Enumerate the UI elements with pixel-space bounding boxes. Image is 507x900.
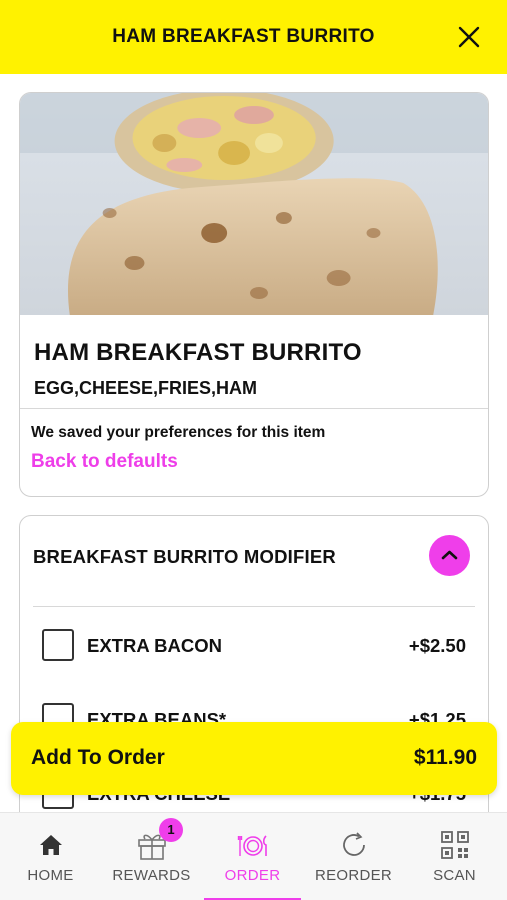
- modifier-title: BREAKFAST BURRITO MODIFIER: [33, 546, 336, 567]
- item-description: EGG,CHEESE,FRIES,HAM: [34, 378, 258, 398]
- tab-label: HOME: [27, 867, 74, 884]
- page-title: HAM BREAKFAST BURRITO: [112, 26, 375, 47]
- option-price: +$2.50: [408, 635, 466, 656]
- option-checkbox[interactable]: [42, 629, 74, 661]
- tab-order[interactable]: ORDER: [202, 813, 303, 900]
- bottom-tab-bar: HOME 1 REWARDS ORDER REORDER SCAN: [0, 812, 507, 900]
- burrito-photo: [20, 93, 488, 315]
- home-icon: [39, 835, 62, 855]
- plate-cutlery-icon: [237, 835, 267, 856]
- order-total-price: $11.90: [413, 746, 477, 769]
- close-icon[interactable]: [457, 25, 481, 49]
- tab-reorder[interactable]: REORDER: [303, 813, 404, 900]
- rewards-badge: 1: [159, 818, 183, 842]
- modifier-card: BREAKFAST BURRITO MODIFIER EXTRA BACON +…: [19, 515, 489, 845]
- add-to-order-label: Add To Order: [31, 746, 165, 769]
- tab-label: ORDER: [224, 867, 281, 884]
- collapse-button[interactable]: [429, 535, 470, 576]
- tab-home[interactable]: HOME: [0, 813, 101, 900]
- tab-scan[interactable]: SCAN: [404, 813, 505, 900]
- refresh-icon: [342, 832, 365, 856]
- option-label: EXTRA BACON: [87, 635, 222, 656]
- tab-label: REWARDS: [112, 867, 191, 884]
- preferences-note: We saved your preferences for this item: [31, 424, 326, 441]
- divider: [33, 606, 475, 607]
- tab-label: REORDER: [314, 867, 393, 884]
- chevron-up-icon: [441, 550, 458, 560]
- tab-label: SCAN: [433, 867, 476, 884]
- item-name: HAM BREAKFAST BURRITO: [34, 339, 362, 366]
- back-to-defaults-link[interactable]: Back to defaults: [31, 451, 178, 473]
- divider: [20, 408, 488, 409]
- add-to-order-button[interactable]: Add To Order $11.90: [11, 722, 497, 795]
- tab-rewards[interactable]: 1 REWARDS: [101, 813, 202, 900]
- header-bar: HAM BREAKFAST BURRITO: [0, 0, 507, 74]
- item-card: HAM BREAKFAST BURRITO EGG,CHEESE,FRIES,H…: [19, 92, 489, 497]
- option-extra-bacon[interactable]: EXTRA BACON +$2.50: [20, 629, 488, 669]
- qr-code-icon: [440, 831, 469, 859]
